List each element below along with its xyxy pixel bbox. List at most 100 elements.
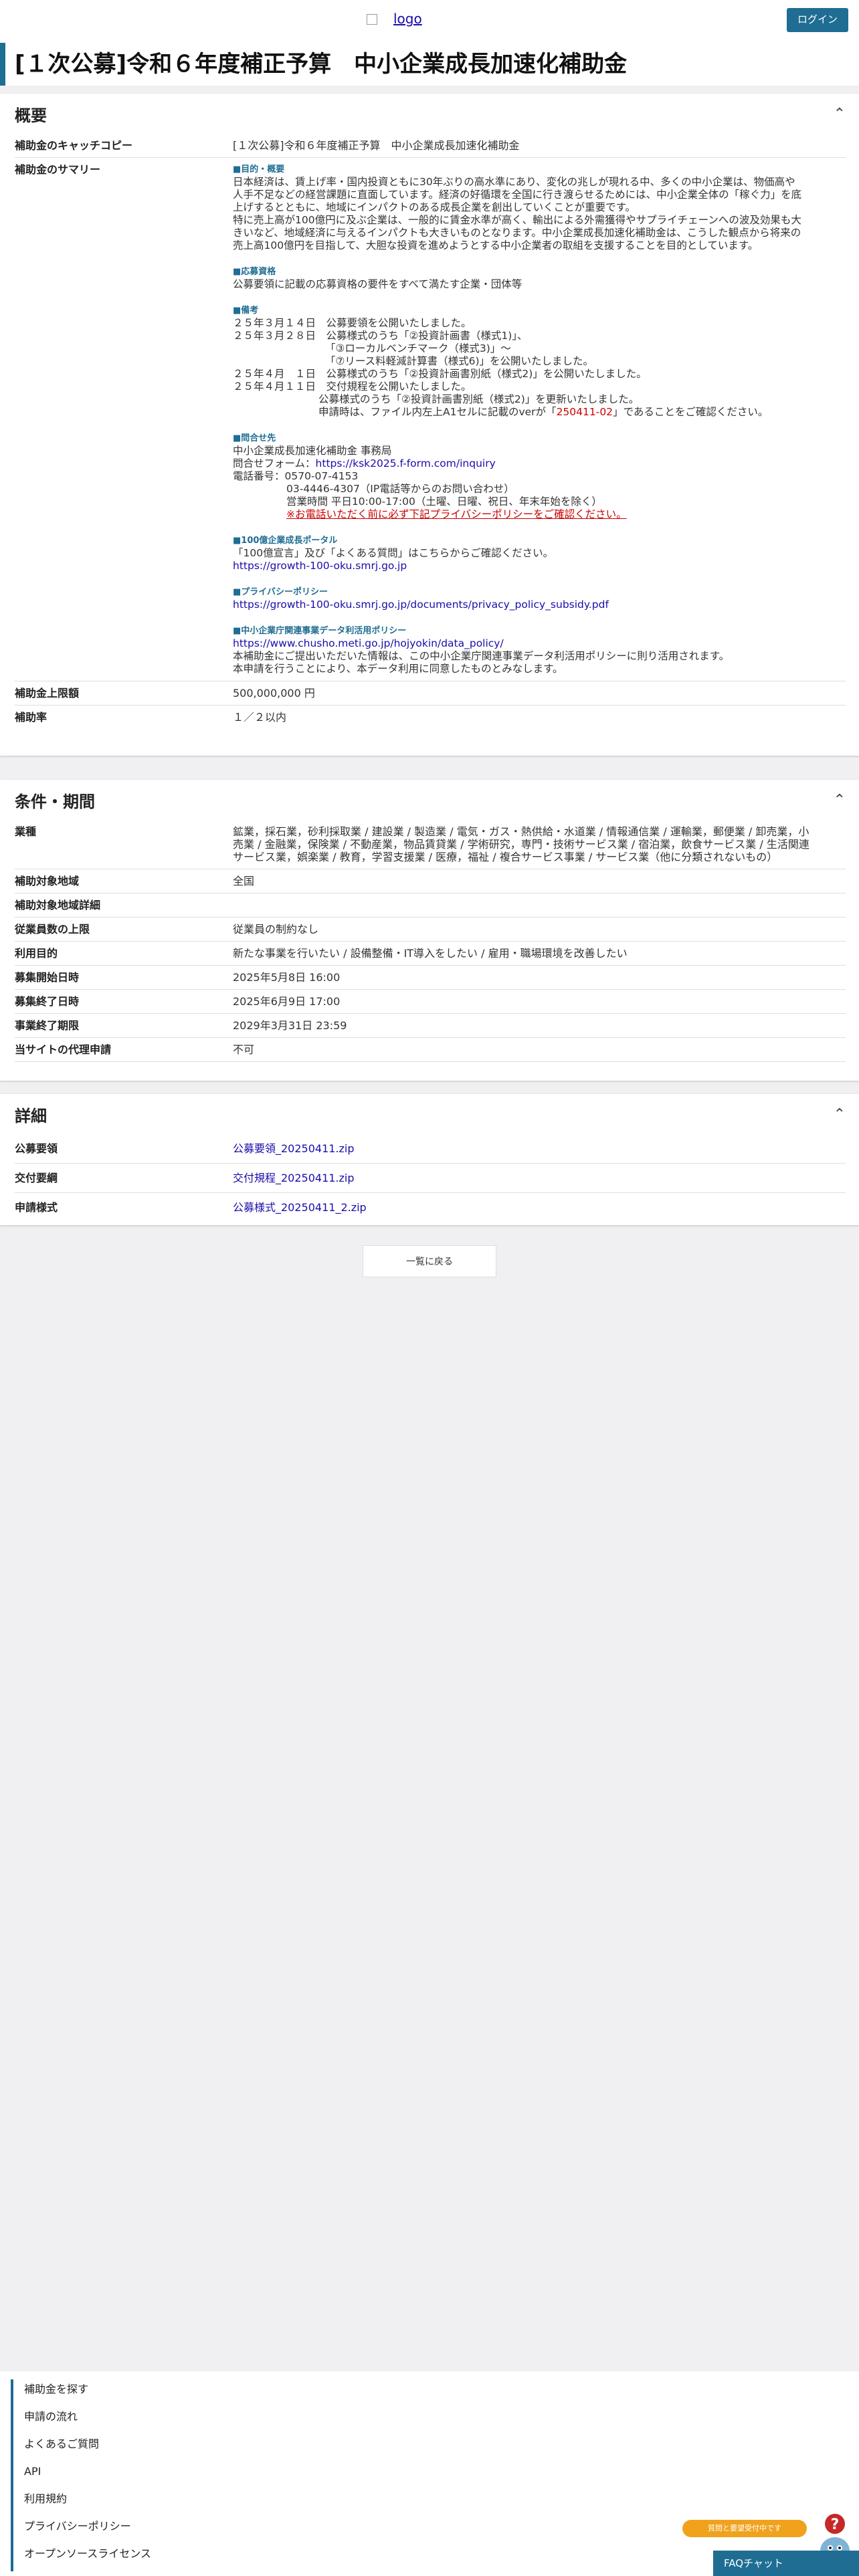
limit-value: 500,000,000 円 — [233, 687, 315, 700]
region-label: 補助対象地域 — [15, 875, 80, 887]
footer-link-api[interactable]: API — [11, 2462, 859, 2489]
purpose-label: 利用目的 — [15, 947, 58, 960]
employees-value: 従業員の制約なし — [233, 923, 319, 936]
overview-header[interactable]: 概要 ⌃ — [0, 94, 859, 134]
details-heading: 詳細 — [15, 1106, 47, 1125]
region-detail-label: 補助対象地域詳細 — [15, 899, 101, 911]
details-header[interactable]: 詳細 ⌃ — [0, 1094, 859, 1134]
contact-form-label: 問合せフォーム： — [233, 457, 316, 469]
data-policy-heading: ■中小企業庁関連事業データ利活用ポリシー — [233, 626, 407, 636]
note-text: 申請時は、ファイル内左上A1セルに記載のverが「 — [318, 406, 557, 418]
proxy-label: 当サイトの代理申請 — [15, 1043, 112, 1056]
rules-row: 交付要綱 交付規程_20250411.zip — [15, 1164, 846, 1193]
footer-link-faq[interactable]: よくあるご質問 — [11, 2434, 859, 2462]
eligibility-text: 公募要領に記載の応募資格の要件をすべて満たす企業・団体等 — [233, 278, 522, 290]
contact-tel: 電話番号：0570-07-4153 — [233, 470, 359, 482]
forms-row: 申請様式 公募様式_20250411_2.zip — [15, 1193, 846, 1222]
forms-download-link[interactable]: 公募様式_20250411_2.zip — [233, 1201, 367, 1214]
summary-label: 補助金のサマリー — [15, 163, 101, 176]
chevron-up-icon[interactable]: ⌃ — [834, 1106, 846, 1123]
industry-value: 鉱業，採石業，砂利採取業 / 建設業 / 製造業 / 電気・ガス・熱供給・水道業… — [233, 820, 846, 869]
note-line: 公募様式のうち「②投資計画書別紙（様式2)」を更新いたしました。 — [318, 393, 640, 405]
region-detail-row: 補助対象地域詳細 — [15, 893, 846, 918]
chevron-up-icon[interactable]: ⌃ — [834, 106, 846, 122]
end-value: 2025年6月9日 17:00 — [233, 995, 341, 1008]
purpose-value: 新たな事業を行いたい / 設備整備・IT導入をしたい / 雇用・職場環境を改善し… — [233, 947, 628, 960]
project-end-label: 事業終了期限 — [15, 1019, 80, 1032]
note-line: 「⑦リース料軽減計算書（様式6)」を公開いたしました。 — [325, 355, 594, 367]
region-value: 全国 — [233, 875, 255, 887]
portal-link[interactable]: https://growth-100-oku.smrj.go.jp — [233, 560, 407, 572]
site-footer: 補助金を探す 申請の流れ よくあるご質問 API 利用規約 プライバシーポリシー… — [0, 2371, 859, 2576]
rules-label: 交付要綱 — [15, 1172, 58, 1184]
purpose-row: 利用目的 新たな事業を行いたい / 設備整備・IT導入をしたい / 雇用・職場環… — [15, 942, 846, 966]
purpose-line: きいなど、地域経済に与えるインパクトも大きいものとなります。中小企業成長加速化補… — [233, 227, 801, 239]
guideline-label: 公募要領 — [15, 1142, 58, 1155]
guideline-row: 公募要領 公募要領_20250411.zip — [15, 1134, 846, 1164]
details-section: 詳細 ⌃ 公募要領 公募要領_20250411.zip 交付要綱 交付規程_20… — [0, 1094, 859, 1225]
note-line: ２５年３月２８日 公募様式のうち「②投資計画書（様式1)」、 — [233, 330, 528, 342]
footer-link-search[interactable]: 補助金を探す — [11, 2379, 859, 2407]
back-to-list-button[interactable]: 一覧に戻る — [363, 1245, 496, 1277]
rate-value: １／２以内 — [233, 711, 287, 724]
overview-section: 概要 ⌃ 補助金のキャッチコピー [１次公募]令和６年度補正予算 中小企業成長加… — [0, 94, 859, 756]
region-row: 補助対象地域 全国 — [15, 869, 846, 893]
purpose-line: 上げするとともに、地域にインパクトのある成長企業を創出していくことが重要です。 — [233, 201, 636, 213]
purpose-line: 日本経済は、賃上げ率・国内投資ともに30年ぶりの高水準にあり、変化の兆しが現れる… — [233, 176, 795, 188]
logo-link[interactable]: logo — [367, 11, 422, 27]
project-end-row: 事業終了期限 2029年3月31日 23:59 — [15, 1014, 846, 1038]
limit-label: 補助金上限額 — [15, 687, 80, 700]
end-row: 募集終了日時 2025年6月9日 17:00 — [15, 990, 846, 1014]
note-line: ２５年４月 １日 公募様式のうち「②投資計画書別紙（様式2)」を公開いたしました… — [233, 368, 647, 380]
industry-line: サービス業，娯楽業 / 教育，学習支援業 / 医療，福祉 / 複合サービス事業 … — [233, 851, 778, 863]
contact-form: 問合せフォーム：https://ksk2025.f-form.com/inqui… — [233, 457, 846, 470]
logo-alt-text: logo — [393, 11, 422, 27]
portal-heading: ■100億企業成長ポータル — [233, 536, 338, 546]
faq-chat-label: FAQチャット — [724, 2557, 783, 2569]
summary-row: 補助金のサマリー ■目的・概要 日本経済は、賃上げ率・国内投資ともに30年ぶりの… — [15, 158, 846, 681]
footer-link-terms[interactable]: 利用規約 — [11, 2489, 859, 2516]
region-detail-value — [233, 893, 846, 917]
catch-label: 補助金のキャッチコピー — [15, 139, 133, 152]
data-policy-link[interactable]: https://www.chusho.meti.go.jp/hojyokin/d… — [233, 637, 504, 649]
start-label: 募集開始日時 — [15, 971, 80, 984]
eligibility-heading: ■応募資格 — [233, 267, 276, 277]
summary-value: ■目的・概要 日本経済は、賃上げ率・国内投資ともに30年ぶりの高水準にあり、変化… — [233, 158, 846, 681]
start-row: 募集開始日時 2025年5月8日 16:00 — [15, 966, 846, 990]
footer-link-flow[interactable]: 申請の流れ — [11, 2407, 859, 2434]
purpose-heading: ■目的・概要 — [233, 165, 285, 175]
notes-heading: ■備考 — [233, 306, 259, 316]
site-header: logo ログイン — [0, 0, 859, 43]
proxy-row: 当サイトの代理申請 不可 — [15, 1038, 846, 1062]
privacy-heading: ■プライバシーポリシー — [233, 587, 328, 597]
faq-chat-button[interactable]: FAQチャット — [713, 2551, 859, 2576]
privacy-link[interactable]: https://growth-100-oku.smrj.go.jp/docume… — [233, 599, 609, 611]
catch-value: [１次公募]令和６年度補正予算 中小企業成長加速化補助金 — [233, 139, 520, 152]
contact-tel2: 03-4446-4307（IP電話等からのお問い合わせ） — [286, 483, 514, 495]
contact-form-link[interactable]: https://ksk2025.f-form.com/inquiry — [316, 457, 496, 469]
catch-row: 補助金のキャッチコピー [１次公募]令和６年度補正予算 中小企業成長加速化補助金 — [15, 134, 846, 158]
data-policy-text: 本補助金にご提出いただいた情報は、この中小企業庁関連事業データ利活用ポリシーに則… — [233, 650, 730, 662]
overview-heading: 概要 — [15, 106, 47, 125]
project-end-value: 2029年3月31日 23:59 — [233, 1019, 347, 1032]
conditions-heading: 条件・期間 — [15, 792, 95, 811]
chevron-up-icon[interactable]: ⌃ — [834, 792, 846, 809]
contact-name: 中小企業成長加速化補助金 事務局 — [233, 445, 392, 457]
proxy-value: 不可 — [233, 1043, 255, 1056]
conditions-header[interactable]: 条件・期間 ⌃ — [0, 780, 859, 820]
page-title: [１次公募]令和６年度補正予算 中小企業成長加速化補助金 — [0, 43, 859, 86]
note-line: 「③ローカルベンチマーク（様式3)」～ — [325, 342, 511, 354]
guideline-download-link[interactable]: 公募要領_20250411.zip — [233, 1142, 355, 1155]
rate-label: 補助率 — [15, 711, 47, 724]
login-button[interactable]: ログイン — [786, 8, 848, 32]
rules-download-link[interactable]: 交付規程_20250411.zip — [233, 1172, 355, 1184]
broken-image-icon — [367, 14, 377, 25]
contact-hours: 営業時間 平日10:00-17:00（土曜、日曜、祝日、年末年始を除く） — [286, 496, 602, 508]
purpose-line: 特に売上高が100億円に及ぶ企業は、一般的に賃金水準が高く、輸出による外需獲得や… — [233, 214, 801, 226]
portal-text: 「100億宣言」及び「よくある質問」はこちらからご確認ください。 — [233, 547, 554, 559]
chat-mascot-question: ? — [831, 2516, 840, 2533]
purpose-line: 人手不足などの経営課題に直面しています。経済の好循環を全国に行き渡らせるためには… — [233, 189, 802, 201]
note-text: 」であることをご確認ください。 — [613, 406, 769, 418]
limit-row: 補助金上限額 500,000,000 円 — [15, 681, 846, 706]
feedback-badge[interactable]: 質問と要望受付中です — [682, 2520, 807, 2537]
